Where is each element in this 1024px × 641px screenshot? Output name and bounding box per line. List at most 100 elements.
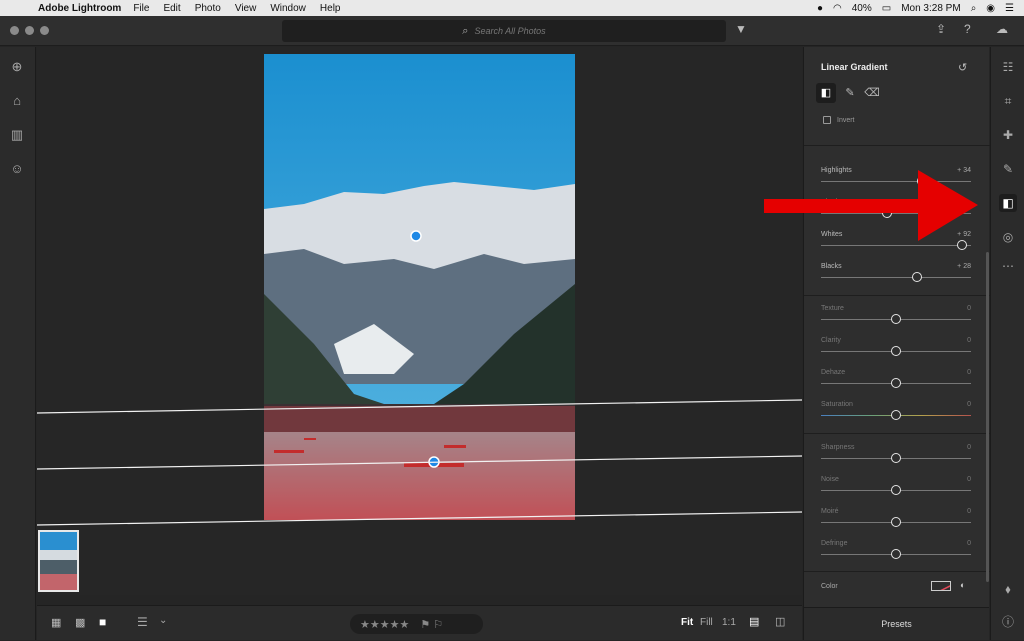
battery-icon[interactable]: ▭	[882, 3, 891, 14]
panel-scrollbar[interactable]	[986, 252, 989, 582]
invert-checkbox[interactable]: Invert	[823, 116, 855, 124]
linear-gradient-icon[interactable]: ◧	[999, 194, 1017, 212]
grid-large-icon[interactable]: ▩	[75, 616, 85, 629]
before-after-icon[interactable]: ▤	[749, 615, 759, 628]
eraser-tool-icon[interactable]: ⌫	[862, 83, 882, 103]
slider-knob[interactable]	[891, 346, 901, 356]
notification-center-icon[interactable]: ☰	[1005, 3, 1014, 14]
slider-texture[interactable]: Texture 0	[821, 305, 971, 329]
zoom-1to1[interactable]: 1:1	[722, 617, 736, 628]
library-icon[interactable]: ▥	[9, 127, 25, 143]
slider-value[interactable]: 0	[967, 369, 971, 376]
color-swatch[interactable]	[931, 581, 951, 591]
spotlight-icon[interactable]: ⌕	[971, 3, 977, 14]
photo[interactable]	[264, 54, 575, 520]
slider-knob[interactable]	[891, 410, 901, 420]
menu-view[interactable]: View	[235, 3, 257, 14]
slider-blacks[interactable]: Blacks + 28	[821, 263, 971, 287]
slider-knob[interactable]	[882, 208, 892, 218]
search-input[interactable]: ⌕ Search All Photos	[282, 20, 726, 42]
menu-help[interactable]: Help	[320, 3, 341, 14]
slider-shadows[interactable]: Shadows	[821, 199, 971, 223]
presets-button[interactable]: Presets	[803, 607, 989, 640]
slider-value[interactable]: 0	[967, 305, 971, 312]
edit-sliders-icon[interactable]: ☷	[999, 58, 1017, 76]
home-icon[interactable]: ⌂	[9, 93, 25, 109]
people-icon[interactable]: ☺	[9, 161, 25, 177]
brush-icon[interactable]: ✎	[999, 160, 1017, 178]
crop-icon[interactable]: ⌗	[999, 92, 1017, 110]
detail-view-icon[interactable]: ■	[99, 615, 106, 629]
share-icon[interactable]: ⇪	[936, 22, 946, 36]
slider-value[interactable]: 0	[967, 337, 971, 344]
slider-knob[interactable]	[891, 314, 901, 324]
slider-whites[interactable]: Whites + 92	[821, 231, 971, 255]
keywords-icon[interactable]: ⬧	[999, 580, 1017, 598]
star-rating[interactable]: ★★★★★	[360, 618, 409, 631]
cloud-sync-icon[interactable]: ☁	[996, 22, 1008, 36]
menu-edit[interactable]: Edit	[163, 3, 180, 14]
grid-small-icon[interactable]: ▦	[51, 616, 61, 629]
rating-stars[interactable]: ★★★★★ ⚑ ⚐	[350, 614, 483, 634]
siri-icon[interactable]: ◉	[986, 3, 995, 14]
zoom-window-button[interactable]	[40, 26, 49, 35]
radial-gradient-icon[interactable]: ◎	[999, 228, 1017, 246]
zoom-fit[interactable]: Fit	[681, 617, 693, 628]
slider-highlights[interactable]: Highlights + 34	[821, 167, 971, 191]
help-icon[interactable]: ?	[964, 22, 971, 36]
compare-icon[interactable]: ◫	[775, 615, 785, 628]
slider-track[interactable]	[821, 181, 971, 182]
slider-value[interactable]: 0	[967, 401, 971, 408]
slider-value[interactable]: + 28	[957, 263, 971, 270]
slider-knob[interactable]	[891, 485, 901, 495]
menu-window[interactable]: Window	[270, 3, 306, 14]
gradient-tool-icon[interactable]: ◧	[816, 83, 836, 103]
minimize-window-button[interactable]	[25, 26, 34, 35]
filmstrip-thumbnail[interactable]	[38, 530, 79, 592]
menu-file[interactable]: File	[133, 3, 149, 14]
slider-track[interactable]	[821, 245, 971, 246]
app-menu[interactable]: Adobe Lightroom	[38, 3, 121, 14]
creative-cloud-icon[interactable]: ●	[817, 3, 823, 14]
slider-knob[interactable]	[891, 378, 901, 388]
add-photos-icon[interactable]: ⊕	[9, 59, 25, 75]
slider-sharpness[interactable]: Sharpness 0	[821, 444, 971, 468]
chevron-down-icon[interactable]: ⌄	[159, 615, 167, 626]
menu-photo[interactable]: Photo	[195, 3, 221, 14]
slider-value[interactable]: 0	[967, 476, 971, 483]
flag-pick-icon[interactable]: ⚑	[420, 618, 430, 631]
slider-value[interactable]: + 92	[957, 231, 971, 238]
healing-brush-icon[interactable]: ✚	[999, 126, 1017, 144]
slider-noise[interactable]: Noise 0	[821, 476, 971, 500]
info-icon[interactable]: ⓘ	[999, 613, 1017, 631]
filter-icon[interactable]: ▼	[735, 22, 747, 36]
more-icon[interactable]: ⋯	[999, 257, 1017, 275]
slider-knob[interactable]	[891, 549, 901, 559]
slider-clarity[interactable]: Clarity 0	[821, 337, 971, 361]
sort-icon[interactable]: ☰	[137, 615, 148, 629]
clock[interactable]: Mon 3:28 PM	[901, 3, 960, 14]
slider-track[interactable]	[821, 277, 971, 278]
reset-icon[interactable]: ↺	[958, 61, 967, 74]
slider-knob[interactable]	[912, 272, 922, 282]
slider-knob[interactable]	[891, 453, 901, 463]
slider-value[interactable]: 0	[967, 540, 971, 547]
slider-value[interactable]: 0	[967, 508, 971, 515]
slider-saturation[interactable]: Saturation 0	[821, 401, 971, 425]
flag-reject-icon[interactable]: ⚐	[433, 618, 443, 631]
slider-track[interactable]	[821, 213, 971, 214]
slider-defringe[interactable]: Defringe 0	[821, 540, 971, 564]
slider-dehaze[interactable]: Dehaze 0	[821, 369, 971, 393]
wifi-icon[interactable]: ◠	[833, 3, 842, 14]
invert-checkbox-box[interactable]	[823, 116, 831, 124]
slider-knob[interactable]	[891, 517, 901, 527]
slider-value[interactable]: + 34	[957, 167, 971, 174]
brush-tool-icon[interactable]: ✎	[840, 83, 860, 103]
slider-moire[interactable]: Moiré 0	[821, 508, 971, 532]
color-toggle[interactable]: ◐	[960, 580, 965, 590]
close-window-button[interactable]	[10, 26, 19, 35]
slider-knob[interactable]	[957, 240, 967, 250]
slider-knob[interactable]	[916, 176, 927, 186]
slider-value[interactable]: 0	[967, 444, 971, 451]
zoom-fill[interactable]: Fill	[700, 617, 713, 628]
